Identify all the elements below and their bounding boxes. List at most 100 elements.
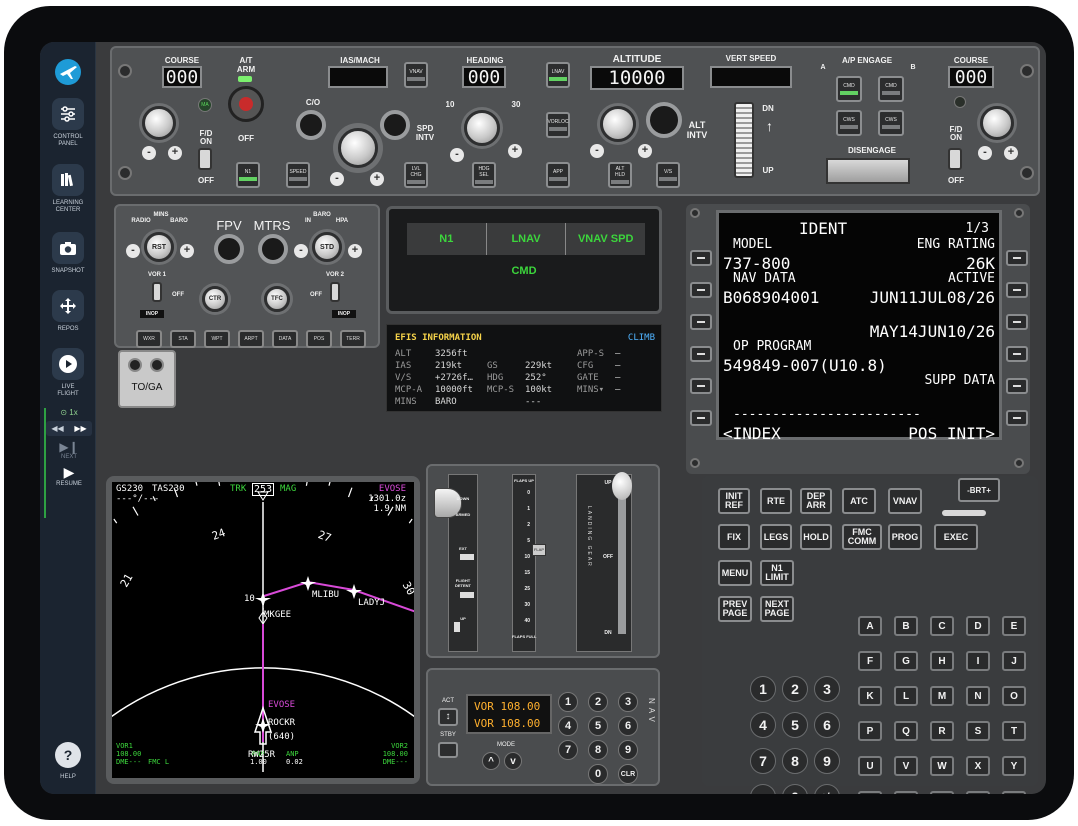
- digit-key[interactable]: •: [750, 784, 776, 794]
- key-w[interactable]: W: [930, 756, 954, 776]
- toga-button-right[interactable]: [150, 358, 164, 372]
- vnav-button[interactable]: VNAV: [404, 62, 428, 88]
- sidebar-item-control-panel[interactable]: CONTROL PANEL: [40, 98, 96, 148]
- data-button[interactable]: DATA: [272, 330, 298, 348]
- wxr-button[interactable]: WXR: [136, 330, 162, 348]
- prev-page-key[interactable]: PREV PAGE: [718, 596, 752, 622]
- lsk-left-2[interactable]: [690, 282, 712, 298]
- digit-key[interactable]: 0: [782, 784, 808, 794]
- key-a[interactable]: A: [858, 616, 882, 636]
- vnav-key[interactable]: VNAV: [888, 488, 922, 514]
- fd-switch[interactable]: [198, 148, 212, 170]
- plus-icon[interactable]: +: [180, 244, 194, 258]
- wpt-button[interactable]: WPT: [204, 330, 230, 348]
- gear-lever-handle[interactable]: [612, 472, 632, 500]
- arpt-button[interactable]: ARPT: [238, 330, 264, 348]
- course-knob[interactable]: [142, 106, 176, 140]
- course-right-knob[interactable]: [980, 106, 1014, 140]
- mins-knob[interactable]: RST: [144, 232, 174, 262]
- key-o[interactable]: O: [1002, 686, 1026, 706]
- key-l[interactable]: L: [894, 686, 918, 706]
- key-z[interactable]: Z: [858, 791, 882, 794]
- key-m[interactable]: M: [930, 686, 954, 706]
- key-i[interactable]: I: [966, 651, 990, 671]
- minus-icon[interactable]: -: [590, 144, 604, 158]
- speed-knob[interactable]: [338, 128, 378, 168]
- nav-key-8[interactable]: 8: [588, 740, 608, 760]
- digit-key[interactable]: 7: [750, 748, 776, 774]
- minus-icon[interactable]: -: [450, 148, 464, 162]
- sidebar-item-snapshot[interactable]: SNAPSHOT: [40, 232, 96, 275]
- key-q[interactable]: Q: [894, 721, 918, 741]
- exec-key[interactable]: EXEC: [934, 524, 978, 550]
- digit-key[interactable]: 2: [782, 676, 808, 702]
- nav-key-3[interactable]: 3: [618, 692, 638, 712]
- key-t[interactable]: T: [1002, 721, 1026, 741]
- key-h[interactable]: H: [930, 651, 954, 671]
- key-clr[interactable]: CLR: [1002, 791, 1026, 794]
- digit-key[interactable]: 8: [782, 748, 808, 774]
- nav-key-9[interactable]: 9: [618, 740, 638, 760]
- digit-key[interactable]: 4: [750, 712, 776, 738]
- key-slash[interactable]: /: [966, 791, 990, 794]
- digit-key[interactable]: 3: [814, 676, 840, 702]
- key-k[interactable]: K: [858, 686, 882, 706]
- minus-icon[interactable]: -: [126, 244, 140, 258]
- lsk-left-4[interactable]: [690, 346, 712, 362]
- brt-control[interactable]: -BRT+: [958, 478, 1000, 502]
- nav-key-0[interactable]: 0: [588, 764, 608, 784]
- swap-button[interactable]: ↕: [438, 708, 458, 726]
- fmc-comm-key[interactable]: FMC COMM: [842, 524, 882, 550]
- next-icon[interactable]: ▶❙: [46, 440, 92, 454]
- key-del[interactable]: DEL: [930, 791, 954, 794]
- plus-icon[interactable]: +: [348, 244, 362, 258]
- dep-arr-key[interactable]: DEP ARR: [800, 488, 832, 514]
- nav-key-6[interactable]: 6: [618, 716, 638, 736]
- key-d[interactable]: D: [966, 616, 990, 636]
- resume-icon[interactable]: ▶: [46, 464, 92, 481]
- sidebar-item-learning-center[interactable]: LEARNING CENTER: [40, 164, 96, 214]
- key-c[interactable]: C: [930, 616, 954, 636]
- app-logo[interactable]: [40, 56, 96, 92]
- lsk-left-5[interactable]: [690, 378, 712, 394]
- flap-lever[interactable]: FLAP: [532, 544, 546, 556]
- co-button[interactable]: [296, 110, 326, 140]
- key-e[interactable]: E: [1002, 616, 1026, 636]
- fast-forward-icon[interactable]: ▶▶: [74, 424, 86, 433]
- key-v[interactable]: V: [894, 756, 918, 776]
- help-button[interactable]: ? HELP: [40, 742, 96, 780]
- plus-icon[interactable]: +: [168, 146, 182, 160]
- nav-key-4[interactable]: 4: [558, 716, 578, 736]
- alt-hld-button[interactable]: ALT HLD: [608, 162, 632, 188]
- legs-key[interactable]: LEGS: [760, 524, 792, 550]
- n1-limit-key[interactable]: N1 LIMIT: [760, 560, 794, 586]
- app-button[interactable]: APP: [546, 162, 570, 188]
- lsk-right-5[interactable]: [1006, 378, 1028, 394]
- next-page-key[interactable]: NEXT PAGE: [760, 596, 794, 622]
- prog-key[interactable]: PROG: [888, 524, 922, 550]
- nav-key-7[interactable]: 7: [558, 740, 578, 760]
- hdg-sel-button[interactable]: HDG SEL: [472, 162, 496, 188]
- heading-knob[interactable]: [464, 110, 500, 146]
- pos-button[interactable]: POS: [306, 330, 332, 348]
- lnav-button[interactable]: LNAV: [546, 62, 570, 88]
- minus-icon[interactable]: -: [978, 146, 992, 160]
- fd-right-switch[interactable]: [948, 148, 962, 170]
- vor2-switch[interactable]: [330, 282, 340, 302]
- key-r[interactable]: R: [930, 721, 954, 741]
- plus-icon[interactable]: +: [370, 172, 384, 186]
- cws-a-button[interactable]: CWS: [836, 110, 862, 136]
- vorloc-button[interactable]: VORLOC: [546, 112, 570, 138]
- minus-icon[interactable]: -: [142, 146, 156, 160]
- vor1-switch[interactable]: [152, 282, 162, 302]
- speed-button[interactable]: SPEED: [286, 162, 310, 188]
- lsk-right-3[interactable]: [1006, 314, 1028, 330]
- lsk-right-6[interactable]: [1006, 410, 1028, 426]
- lsk-right-4[interactable]: [1006, 346, 1028, 362]
- nav-key-5[interactable]: 5: [588, 716, 608, 736]
- key-j[interactable]: J: [1002, 651, 1026, 671]
- minus-icon[interactable]: -: [330, 172, 344, 186]
- key-f[interactable]: F: [858, 651, 882, 671]
- menu-key[interactable]: MENU: [718, 560, 752, 586]
- vs-button[interactable]: V/S: [656, 162, 680, 188]
